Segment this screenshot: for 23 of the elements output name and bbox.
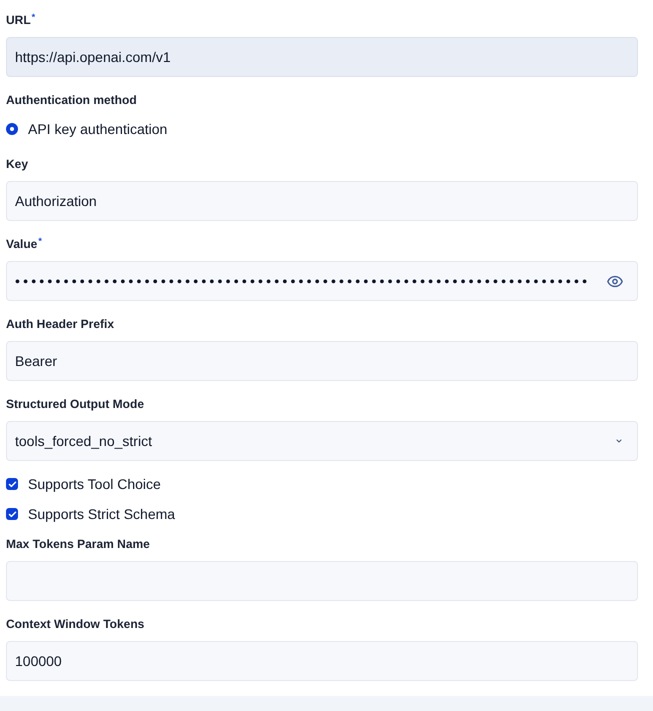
radio-label[interactable]: API key authentication [28, 118, 168, 140]
masked-value: ••••••••••••••••••••••••••••••••••••••••••••••••••••••••••••••••••••••• [15, 273, 590, 289]
field-label: Value$^{*}$ [6, 236, 42, 252]
field-label: URL$^{*}$ [6, 12, 36, 28]
checkbox[interactable] [6, 508, 18, 520]
input-field[interactable]: 100000 [6, 641, 638, 681]
password-field[interactable]: ••••••••••••••••••••••••••••••••••••••••••••••••••••••••••••••••••••••• [6, 261, 638, 301]
field-label: Authentication method [6, 92, 137, 108]
field-label: Key [6, 156, 28, 172]
checkmark-icon [8, 480, 16, 488]
checkmark-icon [8, 510, 16, 518]
input-field[interactable]: Bearer [6, 341, 638, 381]
input-field[interactable]: Authorization [6, 181, 638, 221]
select-field[interactable]: tools_forced_no_strict [6, 421, 638, 461]
checkbox[interactable] [6, 478, 18, 490]
checkbox-label[interactable]: Supports Tool Choice [28, 474, 161, 494]
radio-button[interactable] [6, 123, 18, 135]
field-label: Context Window Tokens [6, 616, 144, 632]
field-label: Max Tokens Param Name [6, 536, 150, 552]
checkbox-label[interactable]: Supports Strict Schema [28, 504, 176, 524]
field-label: Structured Output Mode [6, 396, 144, 412]
field-label: Auth Header Prefix [6, 316, 114, 332]
input-field[interactable] [6, 561, 638, 601]
